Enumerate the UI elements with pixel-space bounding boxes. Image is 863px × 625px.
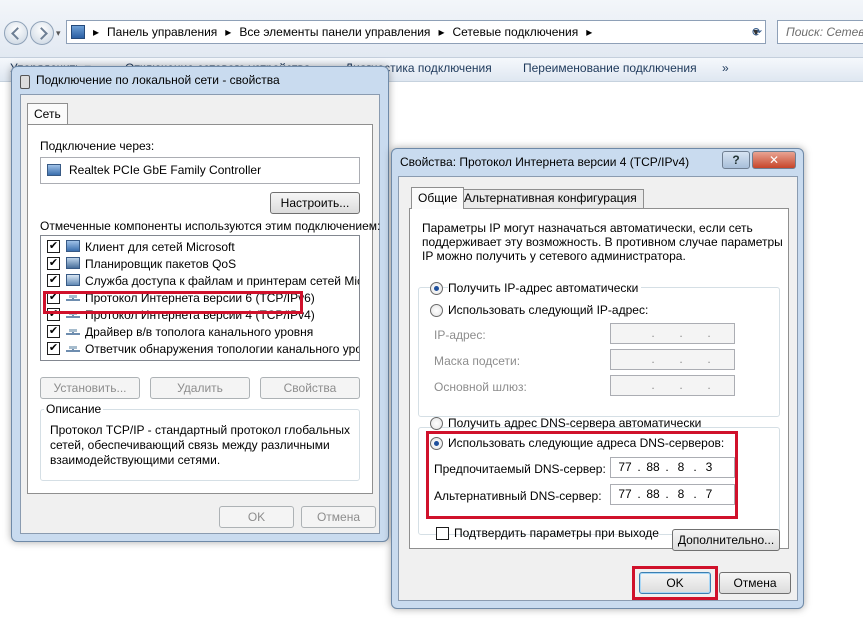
- list-item[interactable]: ✔ Служба доступа к файлам и принтерам се…: [41, 272, 359, 289]
- info-text: Параметры IP могут назначаться автоматич…: [422, 221, 753, 235]
- ip-auto-label[interactable]: Получить IP-адрес автоматически: [448, 281, 642, 295]
- breadcrumb-arrow-icon[interactable]: ▸: [438, 25, 444, 39]
- ip-address-field[interactable]: ...: [610, 323, 735, 344]
- lan-dialog-client: Сеть Подключение через: Realtek PCIe GbE…: [20, 94, 380, 534]
- ipv4-dialog-client: Общие Альтернативная конфигурация Параме…: [398, 176, 798, 601]
- description-text: сетей, обеспечивающий связь между различ…: [50, 438, 330, 452]
- dns-auto-radio[interactable]: [430, 417, 443, 430]
- component-checkbox[interactable]: ✔: [47, 274, 60, 287]
- cancel-button[interactable]: Отмена: [719, 572, 791, 594]
- connect-via-label: Подключение через:: [40, 139, 155, 153]
- rename-command[interactable]: Переименование подключения: [523, 61, 697, 75]
- search-input[interactable]: Поиск: Сетевые: [777, 20, 863, 44]
- help-button[interactable]: ?: [722, 151, 750, 169]
- component-label: Планировщик пакетов QoS: [85, 257, 237, 271]
- adapter-name: Realtek PCIe GbE Family Controller: [69, 163, 262, 177]
- dns-highlight-box: [426, 431, 738, 519]
- back-button[interactable]: [4, 21, 28, 45]
- subnet-field[interactable]: ...: [610, 349, 735, 370]
- ip-auto-radio[interactable]: [430, 282, 443, 295]
- ok-button[interactable]: OK: [219, 506, 294, 528]
- network-tab-panel: Подключение через: Realtek PCIe GbE Fami…: [27, 124, 380, 494]
- ipv4-highlight-box: [43, 291, 303, 314]
- more-commands-icon[interactable]: »: [722, 61, 729, 75]
- tab-alternate-config[interactable]: Альтернативная конфигурация: [457, 189, 644, 208]
- adapter-field: Realtek PCIe GbE Family Controller: [40, 157, 360, 184]
- list-item[interactable]: ✔ Клиент для сетей Microsoft: [41, 238, 359, 255]
- properties-button[interactable]: Свойства: [260, 377, 360, 399]
- breadcrumb: ▸ Панель управления ▸ Все элементы панели у…: [89, 25, 596, 39]
- breadcrumb-arrow-icon[interactable]: ▸: [225, 25, 231, 39]
- control-panel-icon: [71, 25, 85, 39]
- protocol-icon: [66, 346, 80, 352]
- forward-button[interactable]: [30, 21, 54, 45]
- ip-manual-label[interactable]: Использовать следующий IP-адрес:: [448, 303, 648, 317]
- ip-manual-radio[interactable]: [430, 304, 443, 317]
- component-checkbox[interactable]: ✔: [47, 257, 60, 270]
- network-connection-icon: [20, 75, 30, 89]
- tab-general[interactable]: Общие: [411, 187, 465, 209]
- description-text: Протокол TCP/IP - стандартный протокол г…: [50, 423, 350, 437]
- lan-properties-dialog: Подключение по локальной сети - свойства…: [11, 66, 389, 542]
- component-label: Служба доступа к файлам и принтерам сете…: [85, 274, 360, 288]
- validate-checkbox[interactable]: [436, 527, 449, 540]
- close-button[interactable]: ✕: [752, 151, 796, 169]
- explorer-toolbar: ▾ ▸ Панель управления ▸ Все элементы панели…: [0, 0, 863, 58]
- configure-button[interactable]: Настроить...: [270, 192, 360, 214]
- component-checkbox[interactable]: ✔: [47, 240, 60, 253]
- breadcrumb-arrow-icon[interactable]: ▸: [586, 25, 592, 39]
- component-checkbox[interactable]: ✔: [47, 325, 60, 338]
- tab-network[interactable]: Сеть: [27, 103, 68, 124]
- refresh-icon[interactable]: ⟳: [748, 21, 766, 43]
- network-client-icon: [66, 240, 80, 252]
- info-text: IP можно получить у сетевого администрат…: [422, 249, 686, 263]
- component-label: Драйвер в/в тополога канального уровня: [85, 325, 314, 339]
- ok-highlight-box: [632, 566, 718, 600]
- breadcrumb-arrow-icon[interactable]: ▸: [93, 25, 99, 39]
- info-text: поддерживает эту возможность. В противно…: [422, 235, 783, 249]
- dns-auto-label[interactable]: Получить адрес DNS-сервера автоматически: [448, 416, 701, 430]
- advanced-button[interactable]: Дополнительно...: [672, 529, 780, 551]
- components-label: Отмеченные компоненты используются этим …: [40, 219, 381, 233]
- ipv4-properties-dialog: Свойства: Протокол Интернета версии 4 (T…: [391, 148, 804, 609]
- breadcrumb-item[interactable]: Панель управления: [107, 25, 217, 39]
- component-checkbox[interactable]: ✔: [47, 342, 60, 355]
- network-adapter-icon: [47, 164, 61, 176]
- gateway-label: Основной шлюз:: [434, 380, 527, 394]
- breadcrumb-item[interactable]: Сетевые подключения: [452, 25, 578, 39]
- component-label: Ответчик обнаружения топологии канальног…: [85, 342, 360, 356]
- list-item[interactable]: ✔ Драйвер в/в тополога канального уровня: [41, 323, 359, 340]
- description-text: взаимодействующими сетями.: [50, 453, 221, 467]
- dialog-title: Подключение по локальной сети - свойства: [36, 73, 280, 87]
- recent-pages-icon[interactable]: ▾: [56, 28, 61, 39]
- list-item[interactable]: ✔ Планировщик пакетов QoS: [41, 255, 359, 272]
- list-item[interactable]: ✔ Ответчик обнаружения топологии канальн…: [41, 340, 359, 357]
- ip-address-label: IP-адрес:: [434, 328, 486, 342]
- description-title: Описание: [44, 402, 104, 416]
- general-tab-panel: Параметры IP могут назначаться автоматич…: [409, 208, 789, 551]
- subnet-label: Маска подсети:: [434, 354, 521, 368]
- file-printer-sharing-icon: [66, 274, 80, 286]
- qos-scheduler-icon: [66, 257, 80, 269]
- protocol-icon: [66, 329, 80, 335]
- remove-button[interactable]: Удалить: [150, 377, 250, 399]
- address-bar[interactable]: ▸ Панель управления ▸ Все элементы панели у…: [66, 20, 766, 44]
- component-label: Клиент для сетей Microsoft: [85, 240, 235, 254]
- validate-label[interactable]: Подтвердить параметры при выходе: [454, 526, 659, 540]
- dialog-title: Свойства: Протокол Интернета версии 4 (T…: [400, 155, 690, 169]
- cancel-button[interactable]: Отмена: [301, 506, 376, 528]
- breadcrumb-item[interactable]: Все элементы панели управления: [239, 25, 430, 39]
- install-button[interactable]: Установить...: [40, 377, 140, 399]
- gateway-field[interactable]: ...: [610, 375, 735, 396]
